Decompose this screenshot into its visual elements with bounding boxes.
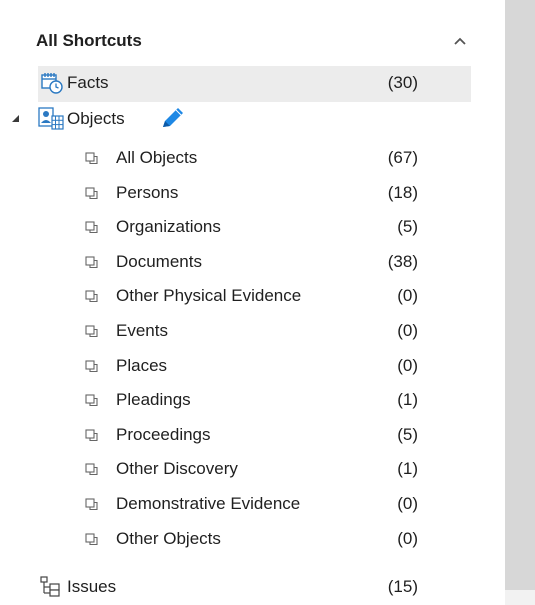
shortcut-node-icon [84,452,100,486]
shortcut-node-icon [84,210,100,244]
shortcut-node-icon [84,176,100,210]
shortcut-node-icon [84,245,100,279]
tree-item-object-child[interactable]: Proceedings (5) [0,418,505,452]
triangle-down-icon [12,115,19,122]
shortcut-node-icon [84,383,100,417]
tree-item-count: (15) [387,577,418,596]
chevron-up-icon [454,37,466,45]
tree-item-count: (30) [387,73,418,92]
tree-item-count: (0) [397,529,418,548]
tree-item-object-child[interactable]: Documents (38) [0,245,505,279]
shortcut-node-icon [84,279,100,313]
tree-item-count: (5) [397,425,418,444]
tree-item-label: Events [116,321,168,340]
tree-item-object-child[interactable]: Persons (18) [0,176,505,210]
tree-item-label: Facts [67,73,109,92]
tree-item-label: Persons [116,183,179,202]
shortcut-node-icon [84,314,100,348]
tree-item-label: Demonstrative Evidence [116,494,301,513]
tree-item-object-child[interactable]: Places (0) [0,349,505,383]
tree-item-object-child[interactable]: Events (0) [0,314,505,348]
pencil-icon[interactable] [158,102,186,136]
shortcut-node-icon [84,349,100,383]
shortcuts-panel: All Shortcuts Facts (30) Objects All Obj… [0,0,535,605]
shortcut-node-icon [84,522,100,556]
tree-item-count: (0) [397,356,418,375]
tree-item-label: Other Objects [116,529,221,548]
shortcut-node-icon [84,141,100,175]
tree-item-object-child[interactable]: Pleadings (1) [0,383,505,417]
tree-item-count: (0) [397,494,418,513]
tree-item-count: (5) [397,217,418,236]
tree-item-object-child[interactable]: Demonstrative Evidence (0) [0,487,505,521]
tree-item-label: Documents [116,252,202,271]
tree-item-label: Objects [67,109,125,128]
tree-item-count: (0) [397,286,418,305]
issues-hierarchy-icon [40,570,62,604]
tree-item-object-child[interactable]: Other Discovery (1) [0,452,505,486]
tree-item-label: Other Physical Evidence [116,286,302,305]
tree-item-count: (1) [397,459,418,478]
tree-item-objects[interactable]: Objects [0,102,505,136]
tree-item-label: Pleadings [116,390,191,409]
calendar-clock-icon [41,66,63,100]
tree-item-object-child[interactable]: Other Objects (0) [0,522,505,556]
objects-person-grid-icon [38,102,64,136]
tree-item-label: Organizations [116,217,221,236]
shortcut-node-icon [84,418,100,452]
tree-item-facts[interactable]: Facts (30) [0,66,505,102]
tree-item-count: (38) [387,252,418,271]
tree-item-label: Other Discovery [116,459,238,478]
shortcuts-title: All Shortcuts [36,31,142,50]
shortcut-node-icon [84,487,100,521]
tree-item-object-child[interactable]: Organizations (5) [0,210,505,244]
tree-item-count: (18) [387,183,418,202]
tree-item-object-child[interactable]: Other Physical Evidence (0) [0,279,505,313]
shortcuts-header: All Shortcuts [36,29,476,53]
vertical-scrollbar[interactable] [505,0,535,590]
tree-item-label: Places [116,356,168,375]
tree-item-label: Proceedings [116,425,211,444]
tree-item-count: (67) [387,148,418,167]
tree-item-count: (0) [397,321,418,340]
tree-item-label: Issues [67,577,117,596]
tree-item-issues[interactable]: Issues (15) [0,570,505,604]
tree-item-count: (1) [397,390,418,409]
tree-item-object-child[interactable]: All Objects (67) [0,141,505,175]
collapse-button[interactable] [448,31,472,51]
expand-toggle[interactable] [10,102,22,136]
tree-item-label: All Objects [116,148,198,167]
scrollbar-corner [505,590,535,605]
